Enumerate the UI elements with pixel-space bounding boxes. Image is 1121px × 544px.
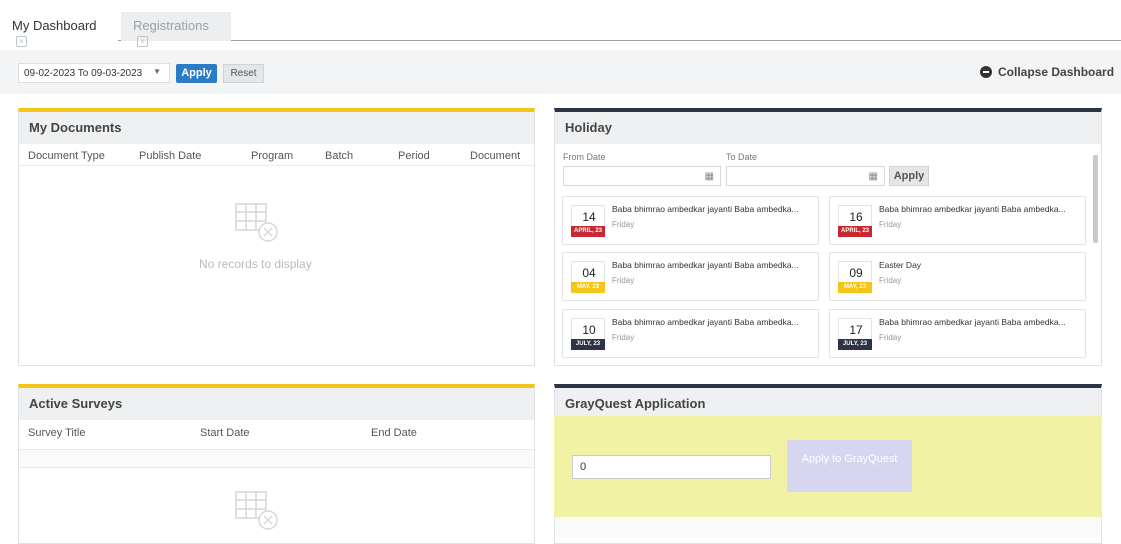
holiday-month: JULY, 23 (571, 339, 605, 350)
to-date-label: To Date (726, 152, 758, 162)
reset-button[interactable]: Reset (223, 64, 264, 83)
tab-label: My Dashboard (12, 18, 97, 33)
surveys-table-header: Survey Title Start Date End Date (19, 420, 534, 450)
column-header[interactable]: Batch (325, 150, 353, 162)
holiday-title: Baba bhimrao ambedkar jayanti Baba ambed… (612, 204, 799, 214)
column-header[interactable]: Publish Date (139, 150, 201, 162)
calendar-icon[interactable]: ▦ (705, 171, 714, 182)
my-documents-panel: My Documents Document Type Publish Date … (18, 108, 535, 366)
column-header[interactable]: End Date (371, 427, 417, 439)
column-header[interactable]: Period (398, 150, 430, 162)
apply-button[interactable]: Apply (176, 64, 217, 83)
active-surveys-panel: Active Surveys Survey Title Start Date E… (18, 384, 535, 544)
documents-table-header: Document Type Publish Date Program Batch… (19, 144, 534, 166)
holiday-day: 10 (582, 323, 596, 337)
minus-circle-icon (980, 66, 992, 78)
holiday-title: Baba bhimrao ambedkar jayanti Baba ambed… (612, 317, 799, 327)
tab-my-dashboard[interactable]: My Dashboard × (0, 12, 118, 47)
collapse-label: Collapse Dashboard (998, 65, 1115, 79)
date-badge: 17 JULY, 23 (838, 318, 872, 350)
date-badge: 09 MAY, 23 (838, 261, 872, 293)
date-badge: 10 JULY, 23 (571, 318, 605, 350)
surveys-table-spacer (19, 450, 534, 468)
date-badge: 04 MAY, 23 (571, 261, 605, 293)
grayquest-footer (554, 517, 1102, 537)
holiday-day: 16 (849, 210, 863, 224)
tab-label: Registrations (133, 18, 209, 33)
from-date-label: From Date (563, 152, 606, 162)
close-icon[interactable]: × (137, 36, 148, 47)
column-header[interactable]: Start Date (200, 427, 250, 439)
holiday-month: APRIL, 23 (838, 226, 872, 237)
grayquest-amount-input[interactable]: 0 (572, 455, 771, 479)
holiday-card[interactable]: 09 MAY, 23 Easter Day Friday (829, 252, 1086, 301)
panel-title: Holiday (555, 112, 1101, 144)
chevron-down-icon: ▼ (153, 67, 161, 76)
holiday-card[interactable]: 16 APRIL, 23 Baba bhimrao ambedkar jayanti… (829, 196, 1086, 245)
from-date-input[interactable]: ▦ (563, 166, 721, 186)
holiday-card[interactable]: 10 JULY, 23 Baba bhimrao ambedkar jayanti … (562, 309, 819, 358)
holiday-card[interactable]: 17 JULY, 23 Baba bhimrao ambedkar jayanti … (829, 309, 1086, 358)
holiday-scrollbar[interactable] (1093, 155, 1098, 243)
tab-registrations[interactable]: Registrations × (121, 12, 231, 47)
date-range-select[interactable]: 09-02-2023 To 09-03-2023 ▼ (18, 63, 170, 83)
holiday-month: MAY, 23 (571, 282, 605, 293)
holiday-day: 17 (849, 323, 863, 337)
holiday-month: MAY, 23 (838, 282, 872, 293)
date-badge: 14 APRIL, 23 (571, 205, 605, 237)
holiday-weekday: Friday (612, 220, 635, 229)
holiday-card[interactable]: 14 APRIL, 23 Baba bhimrao ambedkar jayanti… (562, 196, 819, 245)
panel-title: My Documents (19, 112, 534, 144)
holiday-weekday: Friday (879, 333, 902, 342)
holiday-month: APRIL, 23 (571, 226, 605, 237)
holiday-title: Baba bhimrao ambedkar jayanti Baba ambed… (612, 260, 799, 270)
holiday-apply-button[interactable]: Apply (889, 166, 929, 186)
holiday-day: 04 (582, 266, 596, 280)
holiday-weekday: Friday (612, 333, 635, 342)
empty-state-text: No records to display (199, 257, 312, 271)
to-date-input[interactable]: ▦ (726, 166, 885, 186)
date-badge: 16 APRIL, 23 (838, 205, 872, 237)
panel-title: Active Surveys (19, 388, 534, 420)
collapse-dashboard-button[interactable]: Collapse Dashboard (980, 65, 1114, 79)
empty-table-icon (235, 491, 278, 530)
holiday-weekday: Friday (612, 276, 635, 285)
column-header[interactable]: Program (251, 150, 293, 162)
holiday-card[interactable]: 04 MAY, 23 Baba bhimrao ambedkar jayanti B… (562, 252, 819, 301)
holiday-title: Easter Day (879, 260, 922, 270)
holiday-month: JULY, 23 (838, 339, 872, 350)
holiday-weekday: Friday (879, 220, 902, 229)
holiday-title: Baba bhimrao ambedkar jayanti Baba ambed… (879, 204, 1066, 214)
empty-table-icon (235, 203, 278, 242)
close-icon[interactable]: × (16, 36, 27, 47)
calendar-icon[interactable]: ▦ (869, 171, 878, 182)
holiday-title: Baba bhimrao ambedkar jayanti Baba ambed… (879, 317, 1066, 327)
column-header[interactable]: Document (470, 150, 520, 162)
column-header[interactable]: Survey Title (28, 427, 85, 439)
holiday-day: 14 (582, 210, 596, 224)
holiday-day: 09 (849, 266, 863, 280)
holiday-weekday: Friday (879, 276, 902, 285)
column-header[interactable]: Document Type (28, 150, 105, 162)
date-range-value: 09-02-2023 To 09-03-2023 (24, 68, 143, 79)
tab-bar: My Dashboard × Registrations × (0, 0, 1121, 47)
apply-to-grayquest-button[interactable]: Apply to GrayQuest (787, 440, 912, 492)
